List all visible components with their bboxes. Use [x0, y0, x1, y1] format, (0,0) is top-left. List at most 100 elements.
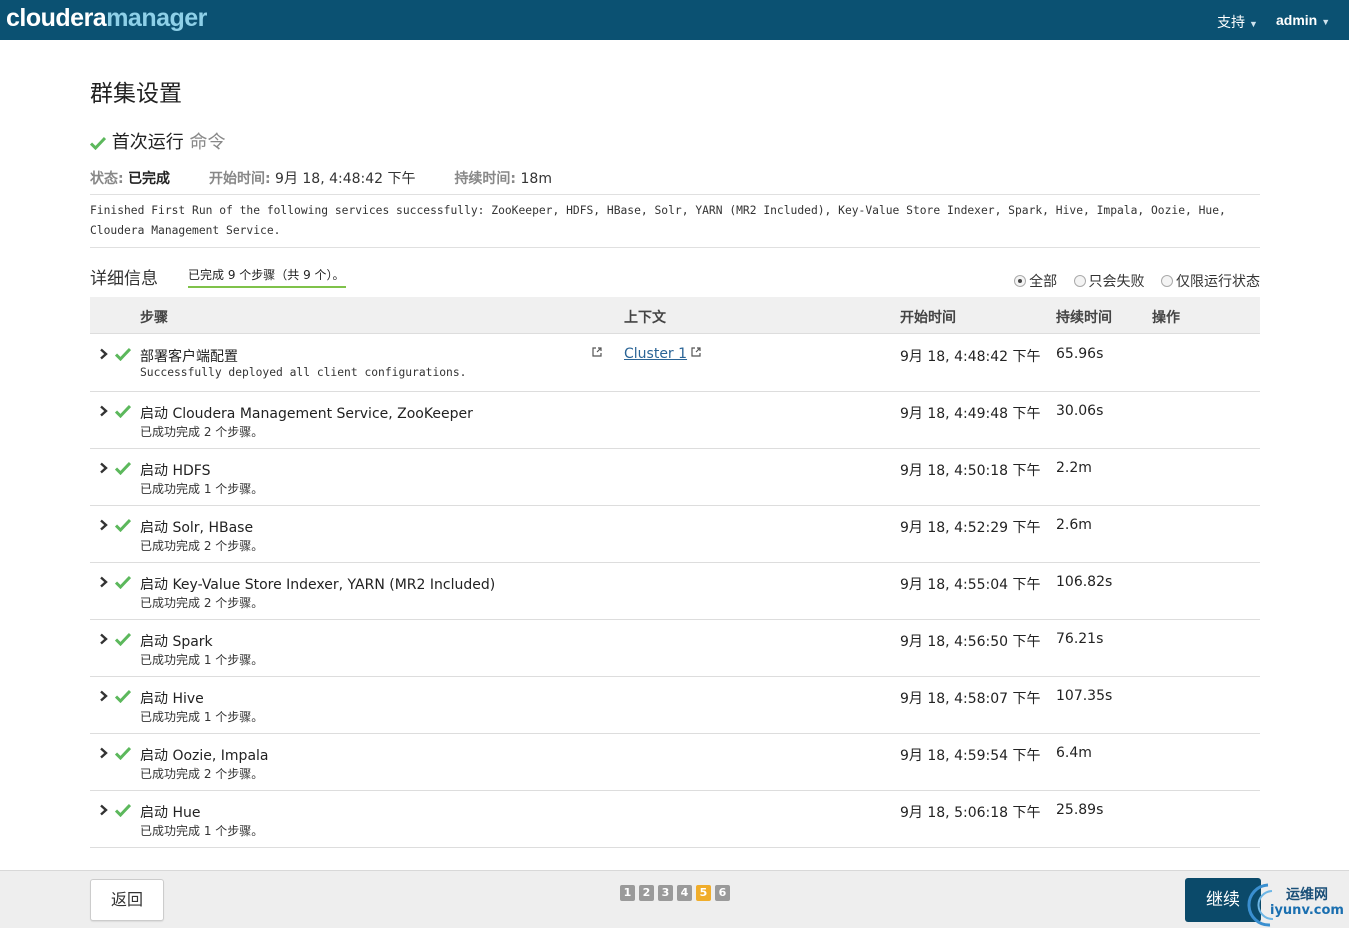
step-filter: 全部 只会失败 仅限运行状态 — [1002, 271, 1260, 291]
step-description: 已成功完成 1 个步骤。 — [140, 824, 264, 838]
chevron-right-icon[interactable] — [99, 747, 108, 759]
cloudera-manager-logo[interactable]: clouderamanager — [6, 4, 207, 33]
filter-all[interactable]: 全部 — [1014, 274, 1057, 290]
context-link[interactable]: Cluster 1 — [624, 346, 701, 362]
column-header-actions: 操作 — [1152, 310, 1180, 326]
filter-failed-only[interactable]: 只会失败 — [1073, 274, 1145, 290]
table-row: 启动 Spark 已成功完成 1 个步骤。 9月 18, 4:56:50 下午 76.… — [90, 620, 1260, 677]
command-status-line: 状态: 已完成 开始时间: 9月 18, 4:48:42 下午 持续时间: 18… — [90, 168, 552, 188]
filter-running-only[interactable]: 仅限运行状态 — [1161, 274, 1260, 290]
step-start-time: 9月 18, 4:50:18 下午 — [900, 463, 1041, 479]
chevron-right-icon[interactable] — [99, 633, 108, 645]
step-description: 已成功完成 1 个步骤。 — [140, 710, 264, 724]
step-duration: 2.6m — [1056, 517, 1092, 533]
radio-selected-icon — [1014, 275, 1027, 287]
table-row: 启动 Solr, HBase 已成功完成 2 个步骤。 9月 18, 4:52:29… — [90, 506, 1260, 563]
step-description: 已成功完成 1 个步骤。 — [140, 482, 264, 496]
watermark-line2: iyunv.com — [1270, 903, 1344, 918]
step-description: 已成功完成 2 个步骤。 — [140, 539, 264, 553]
check-icon — [115, 803, 131, 817]
command-name: 首次运行 — [111, 132, 184, 153]
filter-running-label: 仅限运行状态 — [1176, 274, 1260, 290]
step-duration: 106.82s — [1056, 574, 1113, 590]
step-name: 启动 Hue — [140, 805, 201, 821]
step-name: 启动 Hive — [140, 691, 204, 707]
step-description: 已成功完成 2 个步骤。 — [140, 596, 264, 610]
step-start-time: 9月 18, 4:48:42 下午 — [900, 349, 1041, 365]
status-label: 状态: — [90, 171, 124, 187]
step-name: 启动 Oozie, Impala — [140, 748, 269, 764]
chevron-right-icon[interactable] — [99, 405, 108, 417]
chevron-right-icon[interactable] — [99, 462, 108, 474]
duration-value: 18m — [520, 171, 552, 187]
table-row: 启动 HDFS 已成功完成 1 个步骤。 9月 18, 4:50:18 下午 2.2m — [90, 449, 1260, 506]
table-header: 步骤 上下文 开始时间 持续时间 操作 — [90, 297, 1260, 334]
column-header-duration[interactable]: 持续时间 — [1056, 307, 1112, 327]
step-description: 已成功完成 1 个步骤。 — [140, 653, 264, 667]
check-icon — [90, 136, 106, 150]
table-row: 启动 Cloudera Management Service, ZooKeepe… — [90, 392, 1260, 449]
caret-down-icon: ▼ — [1321, 17, 1331, 27]
caret-down-icon: ▼ — [1249, 19, 1258, 29]
support-menu[interactable]: 支持 ▼ — [1217, 12, 1258, 32]
step-start-time: 9月 18, 4:55:04 下午 — [900, 577, 1041, 593]
check-icon — [115, 632, 131, 646]
table-row: 启动 Hue 已成功完成 1 个步骤。 9月 18, 5:06:18 下午 25.89… — [90, 791, 1260, 848]
step-name: 启动 HDFS — [140, 463, 211, 479]
filter-all-label: 全部 — [1029, 274, 1058, 290]
step-start-time: 9月 18, 5:06:18 下午 — [900, 805, 1041, 821]
step-duration: 76.21s — [1056, 631, 1104, 647]
check-icon — [115, 518, 131, 532]
chevron-right-icon[interactable] — [99, 804, 108, 816]
step-duration: 107.35s — [1056, 688, 1113, 704]
divider — [90, 247, 1260, 248]
check-icon — [115, 461, 131, 475]
step-start-time: 9月 18, 4:52:29 下午 — [900, 520, 1041, 536]
step-indicator-6: 6 — [715, 885, 730, 901]
step-name: 启动 Key-Value Store Indexer, YARN (MR2 In… — [140, 577, 496, 593]
step-name: 启动 Solr, HBase — [140, 520, 254, 536]
step-start-time: 9月 18, 4:49:48 下午 — [900, 406, 1041, 422]
chevron-right-icon[interactable] — [99, 519, 108, 531]
step-indicator-4: 4 — [677, 885, 692, 901]
table-row: 启动 Oozie, Impala 已成功完成 2 个步骤。 9月 18, 4:59:… — [90, 734, 1260, 791]
column-header-start-time[interactable]: 开始时间 — [900, 307, 956, 327]
check-icon — [115, 347, 131, 361]
step-name: 启动 Cloudera Management Service, ZooKeepe… — [140, 406, 473, 422]
step-indicator-3: 3 — [658, 885, 673, 901]
step-description: 已成功完成 2 个步骤。 — [140, 767, 264, 781]
wizard-step-indicator: 123456 — [620, 881, 734, 901]
chevron-right-icon[interactable] — [99, 576, 108, 588]
top-navbar: clouderamanager 支持 ▼ admin ▼ — [0, 0, 1349, 40]
table-row: 启动 Hive 已成功完成 1 个步骤。 9月 18, 4:58:07 下午 107.… — [90, 677, 1260, 734]
column-header-context: 上下文 — [624, 310, 666, 326]
context-link-label: Cluster 1 — [624, 346, 688, 362]
watermark: 运维网 iyunv.com — [1246, 879, 1349, 929]
step-start-time: 9月 18, 4:58:07 下午 — [900, 691, 1041, 707]
wizard-footer: 返回 123456 继续 运维网 iyunv.com — [0, 870, 1349, 928]
filter-failed-label: 只会失败 — [1088, 274, 1145, 290]
support-menu-label: 支持 — [1217, 14, 1245, 30]
table-row: 部署客户端配置 Successfully deployed all client … — [90, 335, 1260, 392]
step-duration: 65.96s — [1056, 346, 1104, 362]
progress-summary: 已完成 9 个步骤（共 9 个）。 — [188, 264, 346, 288]
check-icon — [115, 575, 131, 589]
step-duration: 2.2m — [1056, 460, 1092, 476]
chevron-right-icon[interactable] — [99, 690, 108, 702]
step-duration: 30.06s — [1056, 403, 1104, 419]
logo-part2: manager — [106, 4, 207, 32]
step-name: 启动 Spark — [140, 634, 213, 650]
start-time-value: 9月 18, 4:48:42 下午 — [275, 171, 416, 187]
back-button[interactable]: 返回 — [90, 879, 164, 921]
table-row: 启动 Key-Value Store Indexer, YARN (MR2 In… — [90, 563, 1260, 620]
user-menu[interactable]: admin ▼ — [1276, 12, 1330, 28]
external-link-icon[interactable] — [592, 347, 602, 357]
external-link-icon — [691, 347, 701, 357]
step-duration: 25.89s — [1056, 802, 1104, 818]
step-start-time: 9月 18, 4:59:54 下午 — [900, 748, 1041, 764]
radio-icon — [1073, 275, 1086, 287]
step-name: 部署客户端配置 — [140, 349, 238, 365]
user-menu-label: admin — [1276, 12, 1318, 28]
step-duration: 6.4m — [1056, 745, 1092, 761]
chevron-right-icon[interactable] — [99, 348, 108, 360]
